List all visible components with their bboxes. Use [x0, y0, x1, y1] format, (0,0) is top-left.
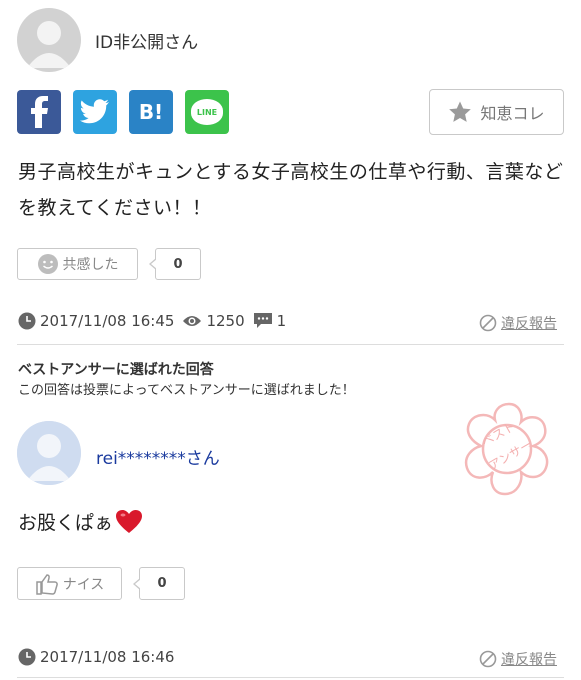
empathy-button[interactable]: 共感した [17, 248, 138, 280]
question-datetime: 2017/11/08 16:45 [40, 312, 175, 330]
divider [17, 677, 564, 678]
best-answer-title: ベストアンサーに選ばれた回答 [18, 362, 214, 378]
nice-count: 0 [133, 567, 185, 600]
facebook-share-button[interactable] [17, 90, 61, 134]
twitter-share-button[interactable] [73, 90, 117, 134]
best-answer-stamp-icon: ベスト アンサー [455, 398, 563, 500]
line-share-button[interactable]: LINE [185, 90, 229, 134]
clock-icon [18, 648, 36, 666]
answer-count: 1 [276, 312, 287, 330]
svg-text:ベスト: ベスト [479, 419, 517, 449]
nice-button[interactable]: ナイス [17, 567, 122, 600]
question-text: 男子高校生がキュンとする女子高校生の仕草や行動、言葉などを教えてください！！ [18, 161, 564, 219]
twitter-icon [80, 99, 109, 124]
hatena-icon: B! [138, 100, 164, 124]
star-icon [449, 101, 472, 122]
facebook-icon [31, 96, 48, 128]
answer-meta: 2017/11/08 16:46 [18, 648, 174, 666]
clock-icon [18, 312, 36, 330]
answer-text-row: お股くぱぁ [18, 508, 143, 535]
divider [17, 344, 564, 345]
heart-icon [116, 509, 143, 533]
comment-icon [253, 313, 272, 328]
answer-datetime: 2017/11/08 16:46 [40, 648, 175, 666]
question-meta: 2017/11/08 16:45 1250 1 [18, 312, 286, 330]
line-icon: LINE [191, 99, 223, 125]
hatena-share-button[interactable]: B! [129, 90, 173, 134]
default-avatar-icon [17, 421, 81, 485]
eye-icon [183, 316, 202, 326]
question-report-link[interactable]: 違反報告 [479, 313, 557, 333]
answerer-name[interactable]: rei********さん [96, 444, 220, 469]
thumbs-up-icon [35, 573, 58, 595]
best-answer-subtitle: この回答は投票によってベストアンサーに選ばれました！ [18, 383, 355, 398]
prohibit-icon [479, 650, 497, 668]
view-count: 1250 [206, 312, 245, 330]
empathy-count: 0 [149, 248, 201, 280]
prohibit-icon [479, 314, 497, 332]
questioner-name: ID非公開さん [95, 33, 199, 53]
chie-collection-button[interactable]: 知恵コレ [429, 89, 564, 135]
questioner-avatar [17, 8, 81, 72]
smile-icon [37, 254, 58, 274]
default-avatar-icon [27, 21, 71, 68]
answer-report-link[interactable]: 違反報告 [479, 649, 557, 669]
answerer-avatar [17, 421, 81, 485]
answer-text: お股くぱぁ [18, 512, 114, 534]
